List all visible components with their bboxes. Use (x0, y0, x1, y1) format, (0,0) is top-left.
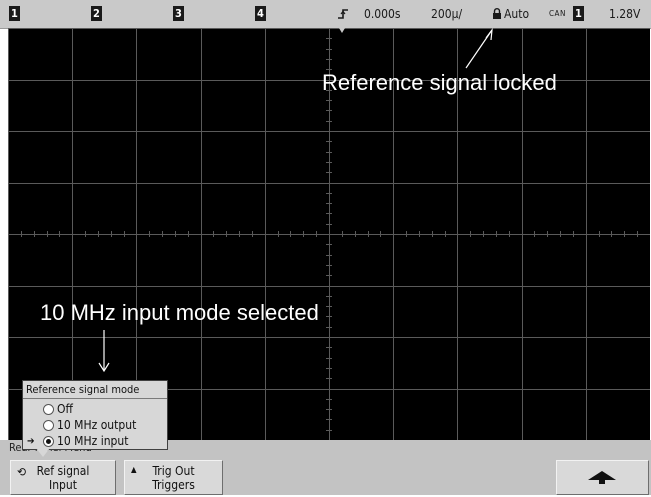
popup-divider (23, 398, 167, 399)
annotation-reference-locked: Reference signal locked (322, 70, 557, 95)
trig-out-softkey[interactable]: ▲ Trig Out Triggers (124, 460, 223, 495)
trig-out-label: Trig Out (152, 464, 195, 478)
trig-out-value: Triggers (152, 478, 195, 492)
option-10mhz-output[interactable]: 10 MHz output (43, 418, 163, 432)
annotation-input-mode: 10 MHz input mode selected (40, 300, 319, 325)
option-10mhz-output-label: 10 MHz output (57, 418, 137, 432)
ref-signal-softkey[interactable]: ⟲ Ref signal Input (10, 460, 116, 495)
ref-signal-label: Ref signal (36, 464, 90, 478)
selection-arrow-icon: ➔ (27, 436, 35, 447)
option-10mhz-input-label: 10 MHz input (57, 434, 129, 448)
up-arrow-icon (588, 471, 616, 484)
oscilloscope-screen: 1 2 3 4 0.000s 200µ/ Auto CAN 1 1.28V Re… (0, 0, 651, 495)
ref-signal-value: Input (49, 478, 77, 492)
option-10mhz-input[interactable]: 10 MHz input (43, 434, 163, 448)
reference-mode-popup: Reference signal mode Off 10 MHz output … (22, 380, 168, 450)
radio-off[interactable] (43, 404, 54, 415)
radio-10mhz-output[interactable] (43, 420, 54, 431)
popup-pointer (36, 448, 50, 457)
option-off-label: Off (57, 402, 73, 416)
option-off[interactable]: Off (43, 402, 163, 416)
popup-title: Reference signal mode (26, 383, 140, 396)
back-softkey[interactable] (556, 460, 649, 495)
radio-10mhz-input[interactable] (43, 436, 54, 447)
